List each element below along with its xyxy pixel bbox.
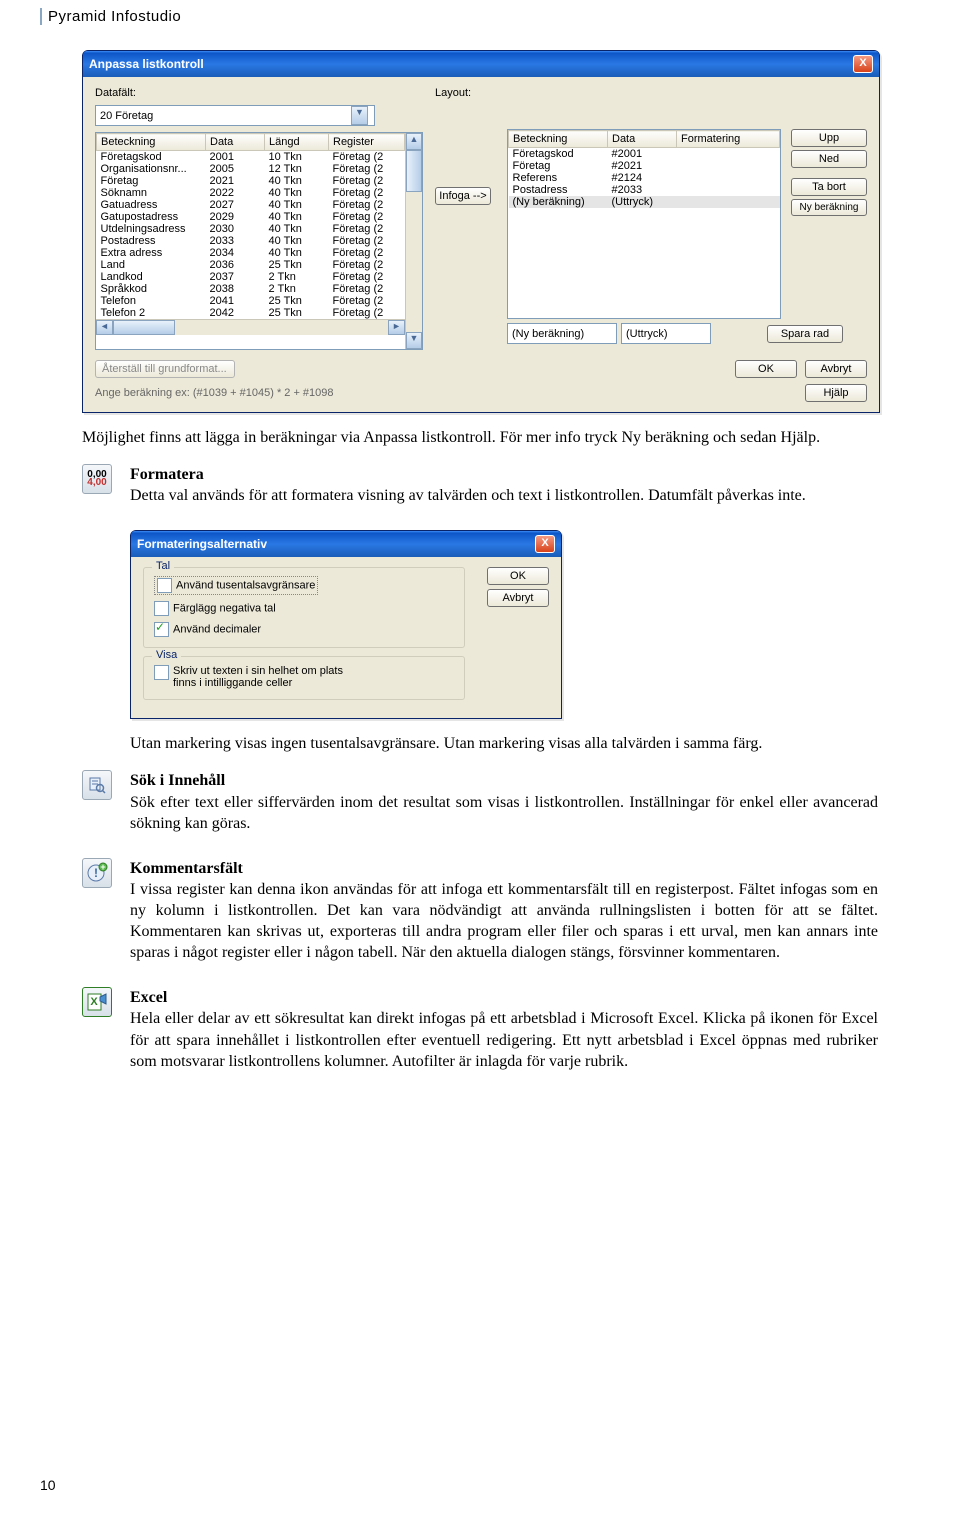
table-row[interactable]: Land203625 TknFöretag (2 [97, 259, 405, 271]
page-header: Pyramid Infostudio [40, 8, 960, 25]
tal-legend: Tal [152, 560, 174, 572]
checkbox-farglagg[interactable] [154, 601, 169, 616]
page-number: 10 [40, 1477, 56, 1493]
avbryt-button[interactable]: Avbryt [487, 589, 549, 607]
visa-legend: Visa [152, 649, 181, 661]
table-row[interactable]: Referens#2124 [509, 172, 780, 184]
uttryck-input[interactable] [621, 323, 711, 344]
datafalt-label: Datafält: [95, 87, 423, 99]
ned-button[interactable]: Ned [791, 150, 867, 168]
right-listbox[interactable]: Beteckning Data Formatering Företagskod#… [508, 130, 780, 318]
avbryt-button[interactable]: Avbryt [805, 360, 867, 378]
table-row[interactable]: Postadress203340 TknFöretag (2 [97, 235, 405, 247]
sok-title: Sök i Innehåll [130, 772, 225, 789]
infoga-button[interactable]: Infoga --> [435, 187, 491, 205]
col-header[interactable]: Data [206, 134, 265, 151]
table-row[interactable]: Företagskod200110 TknFöretag (2 [97, 151, 405, 164]
table-row[interactable]: Gatupostadress202940 TknFöretag (2 [97, 211, 405, 223]
table-row[interactable]: Språkkod20382 TknFöretag (2 [97, 283, 405, 295]
dialog1-title: Anpassa listkontroll [89, 57, 204, 71]
chk-label: Färglägg negativa tal [173, 603, 276, 615]
paragraph: Utan markering visas ingen tusentalsavgr… [130, 733, 878, 754]
vertical-scrollbar[interactable]: ▲ ▼ [405, 133, 422, 349]
dialog-anpassa-listkontroll: Anpassa listkontroll X Datafält: ▼ [82, 50, 880, 413]
chk-label: Använd decimaler [173, 624, 261, 636]
excel-title: Excel [130, 989, 167, 1006]
table-row[interactable]: Extra adress203440 TknFöretag (2 [97, 247, 405, 259]
svg-text:X: X [90, 996, 98, 1008]
tabort-button[interactable]: Ta bort [791, 178, 867, 196]
dialog-formateringsalternativ: Formateringsalternativ X Tal Använd tuse… [130, 530, 562, 719]
formatera-text: Detta val används för att formatera visn… [130, 487, 806, 504]
left-listbox[interactable]: Beteckning Data Längd Register Företagsk… [96, 133, 405, 319]
table-row[interactable]: Postadress#2033 [509, 184, 780, 196]
sok-text: Sök efter text eller siffervärden inom d… [130, 794, 878, 832]
checkbox-decimaler[interactable] [154, 622, 169, 637]
layout-label: Layout: [435, 87, 495, 99]
search-content-icon [82, 770, 112, 800]
formatera-title: Formatera [130, 466, 204, 483]
table-row[interactable]: Gatuadress202740 TknFöretag (2 [97, 199, 405, 211]
checkbox-tusentals[interactable] [157, 578, 172, 593]
col-header[interactable]: Beteckning [509, 131, 608, 148]
table-row[interactable]: Företagskod#2001 [509, 148, 780, 161]
datafalt-select[interactable] [95, 105, 375, 126]
table-row[interactable]: Telefon204125 TknFöretag (2 [97, 295, 405, 307]
ok-button[interactable]: OK [735, 360, 797, 378]
col-header[interactable]: Formatering [677, 131, 780, 148]
svg-text:+: + [100, 862, 105, 872]
kommentar-title: Kommentarsfält [130, 860, 243, 877]
close-icon[interactable]: X [535, 535, 555, 553]
col-header[interactable]: Data [608, 131, 677, 148]
table-row[interactable]: (Ny beräkning)(Uttryck) [509, 196, 780, 208]
ok-button[interactable]: OK [487, 567, 549, 585]
table-row[interactable]: Söknamn202240 TknFöretag (2 [97, 187, 405, 199]
table-row[interactable]: Telefon 2204225 TknFöretag (2 [97, 307, 405, 319]
col-header[interactable]: Beteckning [97, 134, 206, 151]
nyberakning-input[interactable] [507, 323, 617, 344]
chk-label: Skriv ut texten i sin helhet om plats fi… [173, 665, 353, 689]
decimal-format-icon: 0,004,00 [82, 464, 112, 494]
kommentar-text: I vissa register kan denna ikon användas… [130, 881, 878, 961]
table-row[interactable]: Landkod20372 TknFöretag (2 [97, 271, 405, 283]
table-row[interactable]: Organisationsnr...200512 TknFöretag (2 [97, 163, 405, 175]
aterstall-button[interactable]: Återställ till grundformat... [95, 360, 235, 378]
table-row[interactable]: Utdelningsadress203040 TknFöretag (2 [97, 223, 405, 235]
visa-group: Visa Skriv ut texten i sin helhet om pla… [143, 656, 465, 700]
col-header[interactable]: Register [329, 134, 405, 151]
spararad-button[interactable]: Spara rad [767, 325, 843, 343]
col-header[interactable]: Längd [265, 134, 329, 151]
upp-button[interactable]: Upp [791, 129, 867, 147]
paragraph: Möjlighet finns att lägga in beräkningar… [82, 427, 878, 448]
close-icon[interactable]: X [853, 55, 873, 73]
svg-text:!: ! [94, 866, 98, 880]
hjalp-button[interactable]: Hjälp [805, 384, 867, 402]
nyberakning-button[interactable]: Ny beräkning [791, 199, 867, 216]
chevron-down-icon[interactable]: ▼ [351, 106, 368, 125]
comment-field-icon: !+ [82, 858, 112, 888]
checkbox-skrivut[interactable] [154, 665, 169, 680]
horizontal-scrollbar[interactable]: ◄► [96, 319, 405, 335]
tal-group: Tal Använd tusentalsavgränsare Färglägg … [143, 567, 465, 648]
excel-icon: X [82, 987, 112, 1017]
dialog2-title: Formateringsalternativ [137, 537, 267, 551]
table-row[interactable]: Företag202140 TknFöretag (2 [97, 175, 405, 187]
table-row[interactable]: Företag#2021 [509, 160, 780, 172]
excel-text: Hela eller delar av ett sökresultat kan … [130, 1010, 878, 1069]
chk-label: Använd tusentalsavgränsare [176, 580, 315, 592]
ange-berakning-hint: Ange beräkning ex: (#1039 + #1045) * 2 +… [95, 387, 334, 399]
